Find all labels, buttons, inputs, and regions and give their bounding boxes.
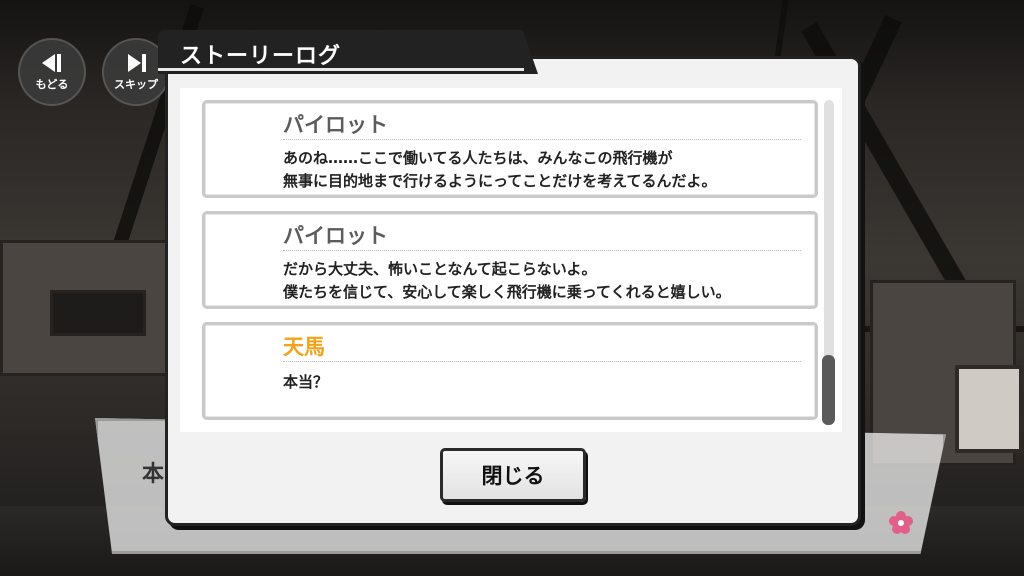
back-button[interactable]: もどる <box>18 38 86 106</box>
log-entry: パイロット だから大丈夫、怖いことなんて起こらないよ。 僕たちを信じて、安心して… <box>202 211 818 309</box>
dialogue-line: 無事に目的地まで行けるようにってことだけを考えてるんだよ。 <box>283 172 717 190</box>
back-button-label: もどる <box>35 78 69 91</box>
dialogue-line: だから大丈夫、怖いことなんて起こらないよ。 <box>283 260 597 278</box>
dialogue-line: あのね……ここで働いてる人たちは、みんなこの飛行機が <box>283 149 673 167</box>
scrollbar-thumb[interactable] <box>822 355 835 425</box>
log-entry: パイロット あのね……ここで働いてる人たちは、みんなこの飛行機が 無事に目的地ま… <box>202 100 818 198</box>
dialogue-line: 僕たちを信じて、安心して楽しく飛行機に乗ってくれると嬉しい。 <box>283 283 731 301</box>
log-entry: 天馬 本当？ <box>202 322 818 420</box>
skip-button-label: スキップ <box>114 78 158 91</box>
dialog-title: ストーリーログ <box>180 44 342 69</box>
dialogue-line: 本当？ <box>283 373 329 391</box>
speaker-name: 天馬 <box>283 335 325 359</box>
rewind-icon <box>42 54 61 72</box>
sakura-icon <box>889 511 913 534</box>
speaker-name: パイロット <box>283 224 388 248</box>
message-window-name: 本 <box>142 462 165 487</box>
skip-forward-icon <box>128 54 146 72</box>
speaker-name: パイロット <box>283 113 388 137</box>
close-button[interactable]: 閉じる <box>440 448 586 502</box>
